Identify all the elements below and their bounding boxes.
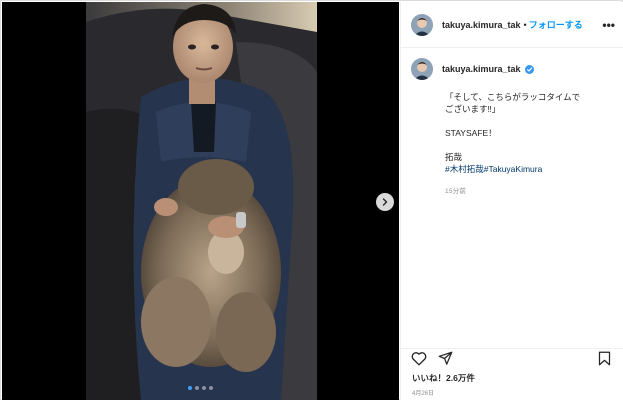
carousel-dot xyxy=(202,386,206,390)
bookmark-icon[interactable] xyxy=(598,351,611,366)
instagram-post-embed: takuya.kimura_tak • フォローする ••• takuya.ki… xyxy=(0,0,623,400)
post-side-panel: takuya.kimura_tak • フォローする ••• takuya.ki… xyxy=(400,2,623,400)
post-media xyxy=(2,2,399,400)
caption-line: STAYSAFE！ xyxy=(445,128,497,138)
post-time: 15分前 xyxy=(445,188,467,195)
avatar[interactable] xyxy=(411,13,433,36)
carousel-next-button[interactable] xyxy=(376,193,394,211)
caption-text: 「そして、こちらがラッコタイムで ございます‼」 STAYSAFE！ 拓哉 #木… xyxy=(445,91,615,175)
hashtag-link[interactable]: #木村拓哉 xyxy=(445,164,484,174)
action-bar xyxy=(401,348,623,368)
heart-outline-icon[interactable] xyxy=(411,351,427,366)
post-caption: takuya.kimura_tak 「そして、こちらがラッコタイムで ございます… xyxy=(401,48,623,195)
paper-plane-icon[interactable] xyxy=(438,351,453,366)
post-header: takuya.kimura_tak • フォローする ••• xyxy=(401,2,623,48)
post-date: 4月26日 xyxy=(412,391,435,397)
carousel-dot xyxy=(188,386,192,390)
caption-username[interactable]: takuya.kimura_tak xyxy=(442,64,521,74)
caption-line: 「そして、こちらがラッコタイムで xyxy=(445,92,581,102)
chevron-right-icon xyxy=(382,198,388,206)
carousel-dot xyxy=(195,386,199,390)
follow-button[interactable]: フォローする xyxy=(529,18,583,31)
header-separator: • xyxy=(523,19,527,30)
hashtag-link[interactable]: #TakuyaKimura xyxy=(484,164,543,174)
caption-line: 拓哉 xyxy=(445,152,463,162)
carousel-dot xyxy=(209,386,213,390)
like-count[interactable]: いいね！2.6万件 xyxy=(412,372,475,384)
verified-badge-icon xyxy=(524,64,534,74)
avatar[interactable] xyxy=(411,58,433,80)
post-photo xyxy=(86,2,317,400)
caption-hashtags: #木村拓哉#TakuyaKimura xyxy=(445,163,615,175)
more-dots-icon[interactable]: ••• xyxy=(602,19,615,31)
header-username[interactable]: takuya.kimura_tak xyxy=(442,20,521,30)
caption-line: ございます‼」 xyxy=(445,104,501,114)
carousel-indicator xyxy=(188,386,213,390)
